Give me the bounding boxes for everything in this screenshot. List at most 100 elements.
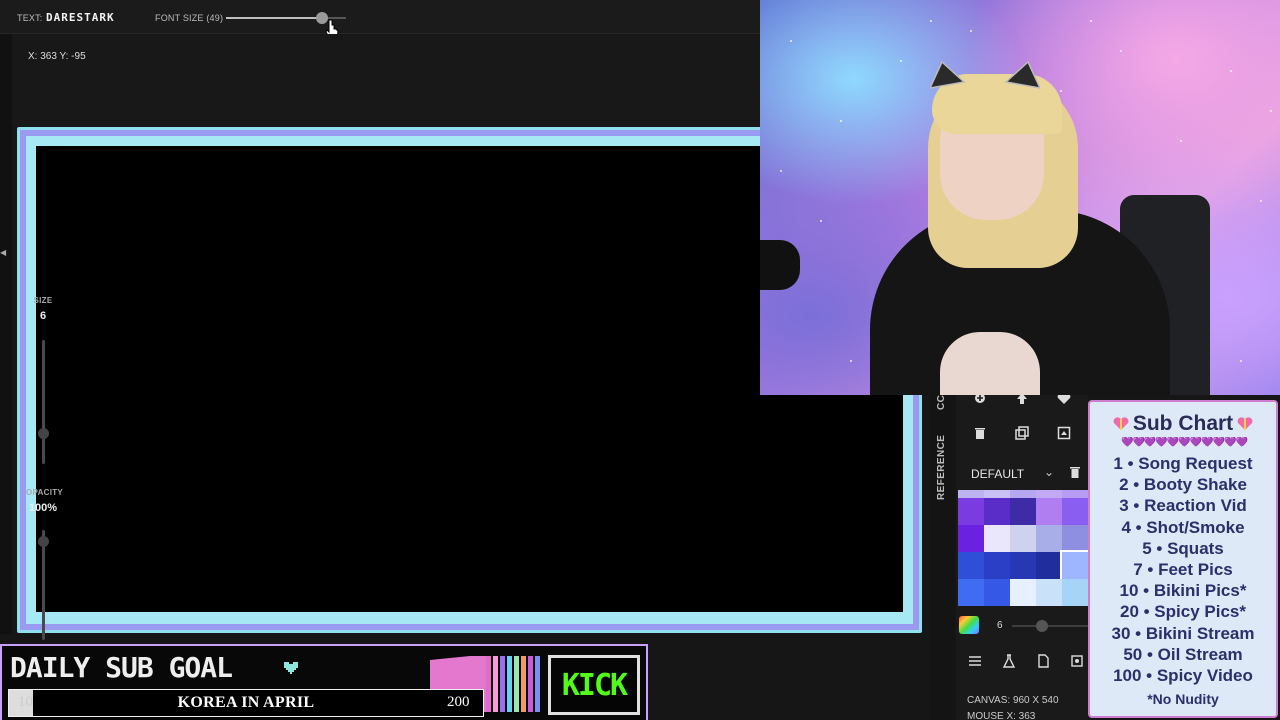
sub-chart-item: 20 • Spicy Pics*	[1120, 602, 1246, 622]
color-swatch[interactable]	[984, 525, 1010, 552]
trash-icon[interactable]	[973, 426, 987, 440]
export-icon[interactable]	[1070, 654, 1084, 668]
add-color-button[interactable]	[959, 616, 979, 634]
color-swatch[interactable]	[1062, 579, 1088, 606]
kick-logo-text: KICK	[561, 668, 628, 703]
size-value: 6	[39, 310, 47, 322]
font-size-label: FONT SIZE (49)	[155, 13, 224, 23]
opacity-label: OPACITY	[26, 488, 64, 497]
goal-progress-bar: 10 KOREA IN APRIL 200	[8, 689, 484, 717]
star	[1060, 90, 1062, 92]
duplicate-icon[interactable]	[1015, 426, 1029, 440]
star	[1240, 360, 1242, 362]
star	[1270, 110, 1272, 112]
color-swatch[interactable]	[1036, 579, 1062, 606]
color-swatch[interactable]	[1036, 552, 1062, 579]
brush-size-slider[interactable]	[1012, 625, 1088, 627]
file-icon[interactable]	[1036, 654, 1050, 668]
color-swatch[interactable]	[958, 552, 984, 579]
daily-sub-goal-widget: DAILY SUB GOAL 10 KOREA IN APRIL 200 KIC…	[0, 644, 648, 720]
color-swatch[interactable]	[1036, 498, 1062, 525]
sub-chart-item: 1 • Song Request	[1113, 454, 1253, 473]
color-swatches	[958, 490, 1090, 606]
size-slider[interactable]	[42, 340, 45, 464]
color-swatch[interactable]	[1010, 579, 1036, 606]
goal-stripe	[528, 656, 533, 712]
size-slider-thumb[interactable]	[38, 428, 49, 439]
color-swatch[interactable]	[984, 490, 1010, 498]
palette-trash-icon[interactable]	[1070, 466, 1080, 478]
color-swatch[interactable]	[984, 552, 1010, 579]
color-swatch[interactable]	[1060, 550, 1090, 581]
palette-name: DEFAULT	[971, 467, 1025, 481]
left-edge-strip	[0, 34, 12, 634]
star	[1260, 200, 1262, 202]
star	[930, 20, 932, 22]
pixel-heart-icon	[284, 662, 298, 674]
color-swatch[interactable]	[1036, 525, 1062, 552]
font-size-slider-fill	[226, 17, 322, 19]
sub-chart-item: 5 • Squats	[1142, 538, 1224, 558]
color-swatch[interactable]	[1010, 552, 1036, 579]
color-swatch[interactable]	[1036, 490, 1062, 498]
color-swatch[interactable]	[1010, 525, 1036, 552]
goal-stripe	[514, 656, 519, 712]
goal-label: KOREA IN APRIL	[177, 694, 315, 711]
cursor-coordinates: X: 363 Y: -95	[28, 51, 86, 62]
color-swatch[interactable]	[958, 579, 984, 606]
canvas-size-text: CANVAS: 960 X 540	[967, 695, 1059, 706]
star	[820, 220, 822, 222]
color-swatch[interactable]	[984, 579, 1010, 606]
sub-chart-item: 10 • Bikini Pics*	[1119, 581, 1247, 601]
color-swatch[interactable]	[984, 498, 1010, 525]
color-swatch[interactable]	[1062, 525, 1088, 552]
webcam-feed	[760, 0, 1280, 395]
opacity-slider-thumb[interactable]	[38, 536, 49, 547]
layer-icon[interactable]	[1057, 426, 1071, 440]
star	[1230, 70, 1232, 72]
goal-stripe	[521, 656, 526, 712]
color-swatch[interactable]	[1010, 498, 1036, 525]
canvas-info: CANVAS: 960 X 540 MOUSE X: 363	[967, 693, 1059, 720]
mouse-position-text: MOUSE X: 363	[967, 711, 1036, 720]
brush-size-slider-thumb[interactable]	[1036, 620, 1048, 632]
collapse-arrow-icon[interactable]: ◀	[0, 248, 6, 257]
color-swatch[interactable]	[1062, 490, 1088, 498]
microphone	[760, 240, 800, 290]
purple-hearts-divider: 💜💜💜💜💜💜💜💜💜💜💜	[1121, 437, 1248, 447]
color-swatch[interactable]	[958, 525, 984, 552]
color-swatch[interactable]	[958, 490, 984, 498]
star	[1120, 50, 1122, 52]
color-swatch[interactable]	[958, 498, 984, 525]
list-icon[interactable]	[968, 654, 982, 668]
sub-chart-title-row: Sub Chart	[1090, 412, 1276, 436]
tab-reference[interactable]: REFERENCE	[936, 435, 947, 500]
sub-chart-item: 4 • Shot/Smoke	[1121, 517, 1245, 537]
star	[780, 170, 782, 172]
gift-heart-icon	[1113, 417, 1129, 431]
goal-target-count: 200	[447, 694, 470, 710]
chevron-down-icon[interactable]: ⌄	[1044, 465, 1054, 479]
flask-icon[interactable]	[1002, 654, 1016, 668]
sub-chart-item: 50 • Oil Stream	[1123, 644, 1243, 664]
star	[840, 120, 842, 122]
workspace-top	[12, 34, 760, 126]
star	[970, 30, 972, 32]
star	[790, 40, 792, 42]
sub-chart-note: *No Nudity	[1147, 691, 1219, 707]
brush-size-value: 6	[997, 620, 1003, 631]
text-label: TEXT:	[17, 13, 43, 23]
goal-stripe	[493, 656, 498, 712]
text-input[interactable]: DARESTARK	[46, 11, 115, 24]
tab-cc[interactable]: CC	[936, 395, 947, 410]
sub-chart-item: 3 • Reaction Vid	[1119, 496, 1247, 516]
star	[850, 360, 852, 362]
palette-selector[interactable]: DEFAULT ⌄	[958, 464, 1082, 482]
goal-stripe	[535, 656, 540, 712]
color-swatch[interactable]	[1062, 498, 1088, 525]
fishnet-knee	[940, 332, 1040, 395]
sub-chart-title: Sub Chart	[1132, 412, 1234, 435]
sub-chart-item: 100 • Spicy Video	[1113, 666, 1253, 685]
size-label: SIZE	[33, 296, 53, 305]
color-swatch[interactable]	[1010, 490, 1036, 498]
